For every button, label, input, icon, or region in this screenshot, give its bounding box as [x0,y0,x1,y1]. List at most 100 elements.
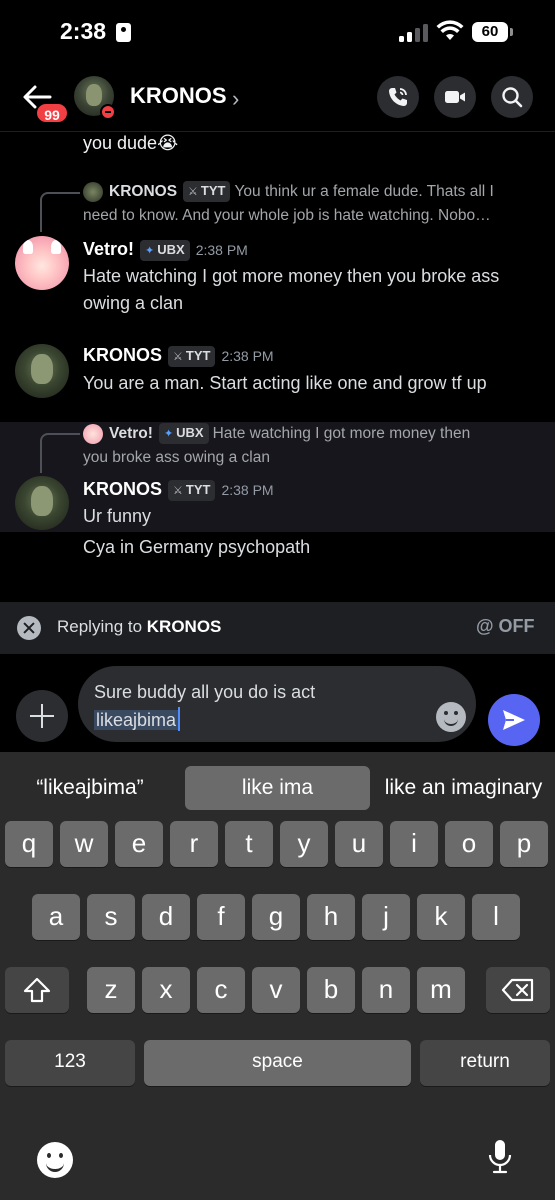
search-button[interactable] [491,76,533,118]
phone-icon [389,88,407,106]
server-tag: ✦ UBX [140,240,190,261]
key-w[interactable]: w [60,821,108,867]
server-tag: ⚔ TYT [168,346,216,367]
replying-to-label: Replying to KRONOS [57,617,222,636]
author-name[interactable]: KRONOS [83,479,162,499]
suggestion-2[interactable]: like ima [185,766,370,810]
diamond-icon: ✦ [145,245,155,257]
send-button[interactable] [488,694,540,746]
key-h[interactable]: h [307,894,355,940]
key-u[interactable]: u [335,821,383,867]
chevron-right-icon[interactable]: › [232,86,239,112]
search-icon [502,87,523,108]
reply-preview[interactable]: KRONOS ⚔ TYT You think ur a female dude. Th… [83,180,494,228]
key-s[interactable]: s [87,894,135,940]
shift-icon [23,977,51,1003]
status-time: 2:38 [60,18,107,44]
avatar[interactable] [15,236,69,290]
server-tag: ⚔ TYT [183,181,231,202]
key-j[interactable]: j [362,894,410,940]
reply-author: Vetro! [109,425,153,442]
message-input-text[interactable]: Sure buddy all you do is act likeajbima [94,678,424,734]
key-y[interactable]: y [280,821,328,867]
sword-icon: ⚔ [188,186,198,198]
key-e[interactable]: e [115,821,163,867]
avatar [83,181,103,202]
numbers-key[interactable]: 123 [5,1040,135,1086]
avatar [83,423,103,444]
reply-connector [40,433,80,473]
shift-key[interactable] [5,967,69,1013]
key-l[interactable]: l [472,894,520,940]
reply-bar: Replying to KRONOS @ OFF [0,602,555,654]
key-b[interactable]: b [307,967,355,1013]
avatar[interactable] [15,344,69,398]
timestamp: 2:38 PM [221,348,274,364]
key-i[interactable]: i [390,821,438,867]
contact-card-icon [116,23,131,42]
wifi-icon [436,20,464,40]
text-caret [178,707,181,731]
unread-badge: 99 [35,102,69,124]
key-m[interactable]: m [417,967,465,1013]
key-k[interactable]: k [417,894,465,940]
reply-preview[interactable]: Vetro! ✦ UBX Hate watching I got more money… [83,422,470,446]
avatar[interactable] [15,476,69,530]
key-f[interactable]: f [197,894,245,940]
key-v[interactable]: v [252,967,300,1013]
key-g[interactable]: g [252,894,300,940]
reply-text: Hate watching I got more money then [212,425,471,442]
message-text[interactable]: Cya in Germany psychopath [83,534,310,561]
key-t[interactable]: t [225,821,273,867]
message-composer: Sure buddy all you do is act likeajbima [0,654,555,752]
close-icon[interactable] [17,616,41,640]
key-z[interactable]: z [87,967,135,1013]
emoji-icon[interactable] [436,702,466,732]
send-icon [503,710,525,730]
space-key[interactable]: space [144,1040,411,1086]
key-a[interactable]: a [32,894,80,940]
suggestion-3[interactable]: like an imaginary [372,766,555,810]
keyboard: “likeajbima” like ima like an imaginary … [0,752,555,1200]
plus-icon[interactable] [16,690,68,742]
microphone-icon[interactable] [485,1138,515,1178]
suggestion-1[interactable]: “likeajbima” [0,766,180,810]
mention-toggle[interactable]: @ OFF [476,616,535,637]
diamond-icon: ✦ [163,428,174,440]
sword-icon: ⚔ [173,485,183,497]
cellular-signal-icon [399,22,429,42]
key-p[interactable]: p [500,821,548,867]
key-d[interactable]: d [142,894,190,940]
message-input[interactable]: Sure buddy all you do is act likeajbima [78,666,476,742]
emoji-keyboard-icon[interactable] [37,1142,73,1178]
message-text[interactable]: Ur funny [83,503,151,530]
author-name[interactable]: Vetro! [83,239,134,259]
key-x[interactable]: x [142,967,190,1013]
reply-connector [40,192,80,232]
timestamp: 2:38 PM [195,242,248,258]
reply-author: KRONOS [109,183,178,200]
message-fragment: you dude😭 [83,133,179,153]
message-text[interactable]: You are a man. Start acting like one and… [83,370,487,397]
message-header: Vetro! ✦ UBX 2:38 PM [83,236,248,263]
video-call-button[interactable] [434,76,476,118]
return-key[interactable]: return [420,1040,550,1086]
backspace-icon [501,978,534,1002]
reply-text: you broke ass owing a clan [83,449,270,466]
author-name[interactable]: KRONOS [83,345,162,365]
key-r[interactable]: r [170,821,218,867]
key-o[interactable]: o [445,821,493,867]
message-text[interactable]: Hate watching I got more money then you … [83,263,499,317]
channel-header: 99 KRONOS › [0,66,555,132]
message-header: KRONOS ⚔ TYT 2:38 PM [83,476,274,503]
key-c[interactable]: c [197,967,245,1013]
key-n[interactable]: n [362,967,410,1013]
key-q[interactable]: q [5,821,53,867]
voice-call-button[interactable] [377,76,419,118]
message-header: KRONOS ⚔ TYT 2:38 PM [83,342,274,369]
backspace-key[interactable] [486,967,550,1013]
server-tag: ⚔ TYT [168,480,216,501]
message-list[interactable]: you dude😭 KRONOS ⚔ TYT You think ur a femal… [0,132,555,602]
dnd-status-icon [100,104,116,120]
channel-title[interactable]: KRONOS [130,83,227,109]
